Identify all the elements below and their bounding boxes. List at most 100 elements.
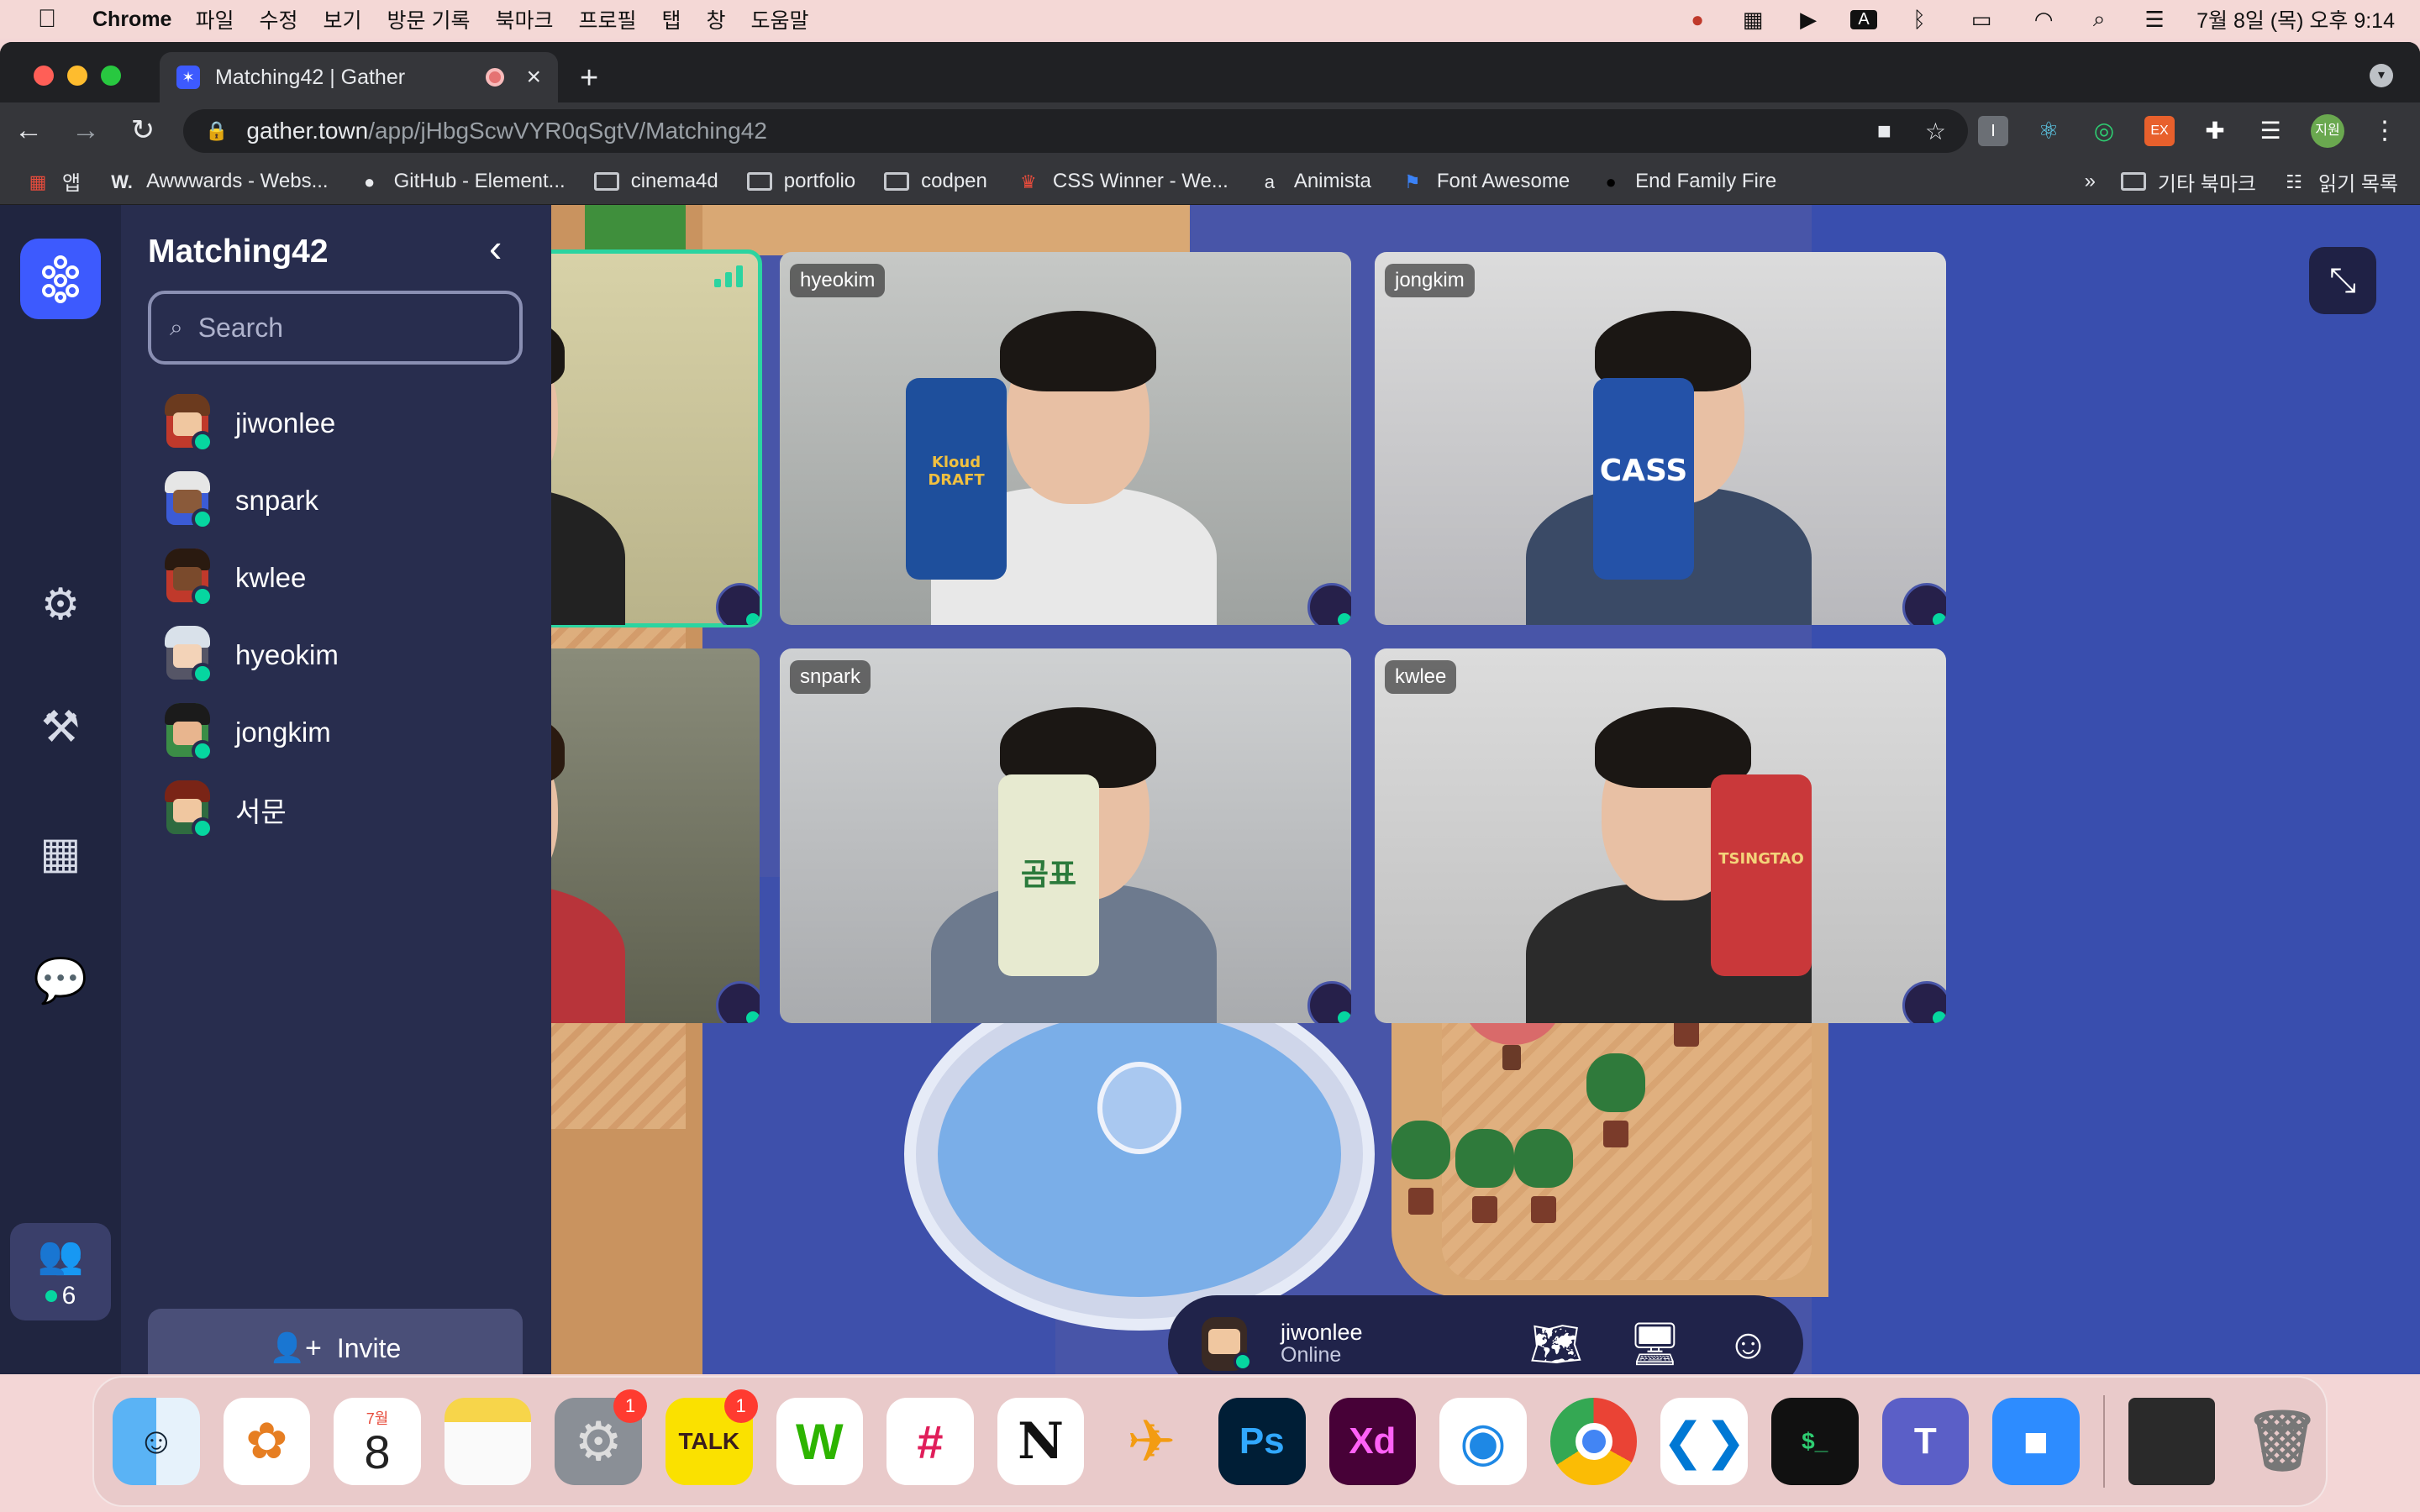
bookmark-awwwards[interactable]: W. Awwwards - Webs... bbox=[109, 170, 328, 193]
extension-i-icon[interactable]: I bbox=[1978, 116, 2008, 146]
zoom-icon[interactable]: ■ bbox=[1992, 1398, 2080, 1485]
menubar-clock[interactable]: 7월 8일 (목) 오후 9:14 bbox=[2196, 4, 2395, 34]
settings-gear-icon[interactable]: ⚙ bbox=[30, 575, 91, 635]
spotlight-search-icon[interactable]: ⌕ bbox=[2086, 6, 2112, 33]
notion-icon[interactable]: N bbox=[997, 1398, 1085, 1485]
minimize-video-grid-icon[interactable]: ⤡ bbox=[2309, 247, 2376, 314]
bookmark-animista[interactable]: a Animista bbox=[1257, 170, 1371, 193]
bookmark-font-awesome[interactable]: ⚑ Font Awesome bbox=[1400, 170, 1570, 193]
bluetooth-icon[interactable]: ᛒ bbox=[1906, 7, 1933, 33]
participant-item[interactable]: 서문 bbox=[161, 771, 523, 848]
vscode-icon[interactable]: ❮❯ bbox=[1660, 1398, 1748, 1485]
finder-icon[interactable]: ☺ bbox=[113, 1398, 200, 1485]
video-tile[interactable]: Kloud DRAFT hyeokim bbox=[780, 252, 1351, 625]
tab-close-icon[interactable]: × bbox=[526, 63, 541, 92]
other-bookmarks-folder[interactable]: 기타 북마크 bbox=[2120, 167, 2256, 197]
system-preferences-icon[interactable]: ⚙ 1 bbox=[555, 1389, 647, 1485]
play-icon[interactable]: ▶ bbox=[1795, 7, 1822, 33]
bookmark-folder-codpen[interactable]: codpen bbox=[884, 170, 987, 193]
input-source-icon[interactable]: A bbox=[1850, 9, 1878, 29]
terminal-icon[interactable]: $_ bbox=[1770, 1398, 1859, 1485]
video-tile[interactable]: TSINGTAO kwlee bbox=[1375, 648, 1946, 1023]
menu-view[interactable]: 보기 bbox=[324, 4, 362, 34]
tab-search-button[interactable]: ▾ bbox=[2370, 64, 2393, 87]
bookmark-apps[interactable]: ▦ 앱 bbox=[25, 166, 82, 196]
reading-list-button[interactable]: ☷ 읽기 목록 bbox=[2281, 167, 2398, 197]
extension-ex-icon[interactable]: EX bbox=[2144, 116, 2175, 146]
forward-button[interactable]: → bbox=[57, 114, 114, 147]
build-hammer-icon[interactable]: ⚒ bbox=[30, 697, 91, 758]
recent-window-icon[interactable] bbox=[2128, 1398, 2216, 1485]
bookmark-folder-cinema4d[interactable]: cinema4d bbox=[593, 170, 718, 193]
close-window-button[interactable] bbox=[34, 66, 54, 86]
trash-icon[interactable]: 🗑 bbox=[2238, 1398, 2326, 1485]
calendar-app-icon[interactable]: 7월 8 bbox=[334, 1398, 421, 1485]
participant-item[interactable]: jongkim bbox=[161, 694, 523, 771]
video-tile[interactable]: 곰표 snpark bbox=[780, 648, 1351, 1023]
collapse-panel-chevron-icon[interactable]: ‹ bbox=[489, 225, 502, 270]
menu-window[interactable]: 창 bbox=[707, 4, 726, 34]
menu-history[interactable]: 방문 기록 bbox=[387, 4, 471, 34]
reload-button[interactable]: ↻ bbox=[114, 113, 171, 147]
participant-item[interactable]: jiwonlee bbox=[161, 385, 523, 462]
control-center-icon[interactable]: ☰ bbox=[2141, 7, 2168, 33]
menubar-app-name[interactable]: Chrome bbox=[92, 8, 171, 32]
calendar-icon[interactable]: ▦ bbox=[30, 823, 91, 884]
profile-avatar[interactable]: 지원 bbox=[2311, 114, 2344, 148]
participants-button[interactable]: 👥 6 bbox=[10, 1223, 111, 1320]
apple-icon[interactable]:  bbox=[22, 5, 72, 34]
menu-edit[interactable]: 수정 bbox=[259, 4, 297, 34]
my-avatar[interactable] bbox=[1202, 1317, 1252, 1371]
bookmark-star-icon[interactable]: ☆ bbox=[1925, 118, 1946, 145]
airship-app-icon[interactable]: ✈ bbox=[1107, 1398, 1195, 1485]
menu-profile[interactable]: 프로필 bbox=[578, 4, 636, 34]
emoji-icon[interactable]: ☺ bbox=[1727, 1320, 1770, 1369]
bookmark-css-winner[interactable]: ♛ CSS Winner - We... bbox=[1016, 170, 1228, 193]
safari-icon[interactable]: ◉ bbox=[1439, 1398, 1527, 1485]
camera-in-use-icon[interactable]: ■ bbox=[1877, 118, 1891, 145]
new-tab-button[interactable]: + bbox=[580, 60, 598, 97]
photoshop-icon[interactable]: Ps bbox=[1218, 1398, 1306, 1485]
map-icon[interactable]: 🗺 bbox=[1529, 1320, 1582, 1369]
notification-icon[interactable]: ● bbox=[1684, 7, 1711, 33]
menu-help[interactable]: 도움말 bbox=[751, 4, 809, 34]
address-bar[interactable]: 🔒 gather.town /app/jHbgScwVYR0qSgtV/Matc… bbox=[183, 109, 1968, 153]
video-tile[interactable]: 표듬jiwonlee bbox=[551, 249, 762, 627]
bookmark-github[interactable]: ● GitHub - Element... bbox=[357, 170, 566, 193]
menu-file[interactable]: 파일 bbox=[195, 4, 234, 34]
browser-tab-active[interactable]: ✶ Matching42 | Gather × bbox=[160, 52, 558, 102]
participant-item[interactable]: hyeokim bbox=[161, 617, 523, 694]
notes-icon[interactable] bbox=[444, 1398, 532, 1485]
chrome-menu-icon[interactable]: ⋮ bbox=[2370, 116, 2400, 146]
zoom-window-button[interactable] bbox=[101, 66, 121, 86]
chat-bubbles-icon[interactable]: 💬 bbox=[30, 951, 91, 1011]
react-devtools-icon[interactable]: ⚛ bbox=[2033, 116, 2064, 146]
screen-share-icon[interactable]: 🖥 bbox=[1628, 1320, 1681, 1369]
naver-whale-icon[interactable]: W bbox=[776, 1398, 864, 1485]
game-map[interactable]: 표듬jiwonleeKloud DRAFThyeokimCASSjongkim C… bbox=[551, 205, 2420, 1374]
bookmark-folder-portfolio[interactable]: portfolio bbox=[746, 170, 855, 193]
bookmarks-overflow-button[interactable]: » bbox=[2085, 170, 2096, 193]
extension-green-icon[interactable]: ◎ bbox=[2089, 116, 2119, 146]
media-control-icon[interactable]: ☰ bbox=[2255, 116, 2286, 146]
kakaotalk-icon[interactable]: TALK 1 bbox=[665, 1389, 758, 1485]
back-button[interactable]: ← bbox=[0, 114, 57, 147]
video-tile[interactable]: CASS서문 bbox=[551, 648, 760, 1023]
photos-icon[interactable]: ✿ bbox=[223, 1398, 311, 1485]
search-input[interactable]: ⌕ Search bbox=[148, 291, 523, 365]
minimize-window-button[interactable] bbox=[67, 66, 87, 86]
my-identity[interactable]: jiwonlee Online bbox=[1281, 1320, 1363, 1368]
teams-icon[interactable]: T bbox=[1881, 1398, 1970, 1485]
chrome-icon[interactable] bbox=[1549, 1398, 1638, 1485]
gather-logo-button[interactable] bbox=[20, 239, 101, 319]
lock-icon[interactable]: 🔒 bbox=[205, 120, 228, 142]
participant-item[interactable]: snpark bbox=[161, 462, 523, 539]
participant-item[interactable]: kwlee bbox=[161, 539, 523, 617]
video-tile[interactable]: CASS jongkim bbox=[1375, 252, 1946, 625]
menu-bookmarks[interactable]: 북마크 bbox=[495, 4, 553, 34]
adobe-xd-icon[interactable]: Xd bbox=[1328, 1398, 1417, 1485]
wifi-icon[interactable]: ◠ bbox=[2030, 7, 2057, 33]
app-status-icon[interactable]: ▦ bbox=[1739, 7, 1766, 33]
battery-icon[interactable]: ▭ bbox=[1961, 7, 2002, 33]
slack-icon[interactable]: # bbox=[886, 1398, 974, 1485]
